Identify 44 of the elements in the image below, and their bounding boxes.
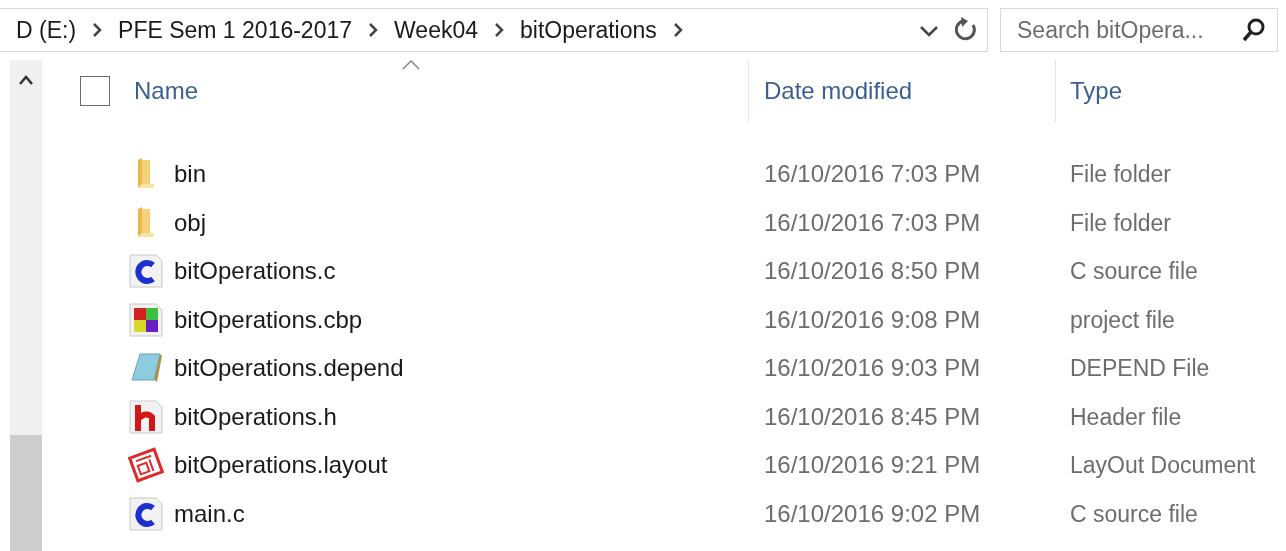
date-cell-text: 16/10/2016 9:02 PM xyxy=(763,498,982,529)
date-cell-text: 16/10/2016 7:03 PM xyxy=(763,207,982,238)
file-name[interactable]: bitOperations.layout xyxy=(174,447,388,484)
date-cell-text: 16/10/2016 9:21 PM xyxy=(763,450,982,481)
file-name[interactable]: main.c xyxy=(174,495,245,532)
address-bar[interactable]: D (E:) PFE Sem 1 2016-2017 Week04 bitOperations xyxy=(0,8,988,52)
file-name[interactable]: bin xyxy=(174,156,207,193)
refresh-icon[interactable] xyxy=(955,17,979,43)
search-icon[interactable] xyxy=(1241,17,1267,43)
file-name[interactable]: bitOperations.depend xyxy=(174,350,404,387)
date-cell-text: 16/10/2016 7:03 PM xyxy=(763,159,982,190)
header-file-icon xyxy=(128,398,164,435)
type-cell-text: LayOut Document xyxy=(1069,451,1257,480)
type-cell-text: File folder xyxy=(1069,208,1172,238)
date-cell-text: 16/10/2016 9:03 PM xyxy=(763,353,982,384)
breadcrumb-item[interactable]: PFE Sem 1 2016-2017 xyxy=(112,12,359,48)
file-name[interactable]: bitOperations.h xyxy=(174,398,337,435)
column-header[interactable]: Type xyxy=(1070,73,1123,109)
date-cell-text: 16/10/2016 8:50 PM xyxy=(763,256,982,287)
type-cell-text: DEPEND File xyxy=(1069,354,1211,383)
breadcrumb-item[interactable]: D (E:) xyxy=(10,12,83,48)
chevron-icon[interactable] xyxy=(492,23,506,37)
date-cell-text: 16/10/2016 9:08 PM xyxy=(763,304,982,335)
breadcrumb-item[interactable]: bitOperations xyxy=(514,12,663,48)
type-cell-text: Header file xyxy=(1069,402,1183,432)
search-field[interactable]: Search bitOpera... xyxy=(1000,8,1278,52)
select-all-checkbox[interactable] xyxy=(80,76,110,106)
column-header[interactable]: Date modified xyxy=(764,73,913,109)
type-cell-text: C source file xyxy=(1069,499,1199,529)
file-name[interactable]: bitOperations.cbp xyxy=(174,301,363,338)
date-cell-text: 16/10/2016 8:45 PM xyxy=(763,401,982,432)
type-cell-text: File folder xyxy=(1069,160,1172,189)
c-file-icon xyxy=(128,253,164,290)
c-file-icon xyxy=(128,495,164,532)
file-name[interactable]: obj xyxy=(174,204,207,241)
file-name[interactable]: bitOperations.c xyxy=(174,253,336,290)
breadcrumb-item[interactable]: Week04 xyxy=(388,12,484,48)
scrollbar[interactable] xyxy=(10,60,42,551)
type-cell-text: project file xyxy=(1069,305,1176,335)
project-file-icon xyxy=(128,301,164,338)
column-header[interactable]: Name xyxy=(134,73,199,109)
scroll-up-icon[interactable] xyxy=(18,74,34,86)
type-cell-text: C source file xyxy=(1069,257,1199,286)
scroll-thumb[interactable] xyxy=(10,435,42,551)
